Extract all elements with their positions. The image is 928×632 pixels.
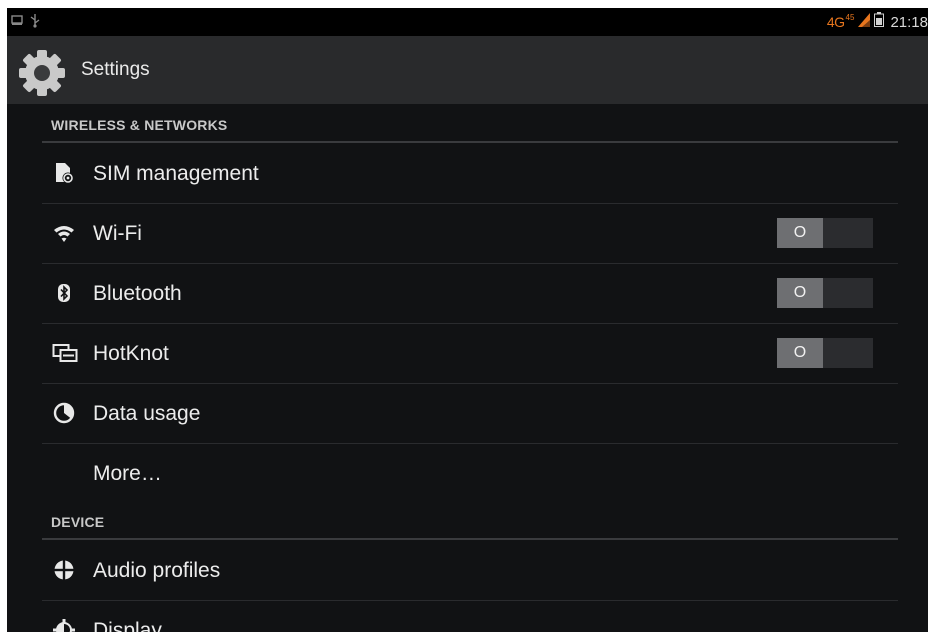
settings-item-label: SIM management: [93, 162, 259, 185]
sim-card-icon: [52, 161, 76, 185]
toggle-knob: O: [777, 338, 823, 368]
section-divider: [42, 141, 898, 143]
section-header-wireless: WIRELESS & NETWORKS: [51, 117, 228, 133]
page-title: Settings: [81, 59, 150, 80]
screenshot-icon: [11, 14, 23, 30]
display-icon: [52, 618, 76, 632]
settings-item-hotknot[interactable]: HotKnot O: [42, 324, 898, 384]
signal-icon: [858, 12, 871, 32]
usb-icon: [29, 14, 41, 32]
action-bar: Settings: [7, 36, 928, 104]
settings-item-wifi[interactable]: Wi-Fi O: [42, 204, 898, 264]
settings-item-audio-profiles[interactable]: Audio profiles: [42, 541, 898, 601]
settings-item-sim-management[interactable]: SIM management: [42, 144, 898, 204]
settings-item-label: Audio profiles: [93, 559, 221, 582]
hotknot-icon: [52, 341, 78, 365]
hotknot-toggle[interactable]: O: [777, 338, 873, 368]
settings-item-label: Wi-Fi: [93, 222, 142, 245]
toggle-knob: O: [777, 278, 823, 308]
wifi-toggle[interactable]: O: [777, 218, 873, 248]
section-header-device: DEVICE: [51, 514, 105, 530]
settings-item-label: Data usage: [93, 402, 201, 425]
gear-icon[interactable]: [17, 48, 67, 98]
network-sub: 45: [845, 12, 855, 22]
data-usage-icon: [52, 401, 76, 425]
battery-icon: [874, 12, 885, 32]
settings-item-label: Bluetooth: [93, 282, 182, 305]
toggle-knob: O: [777, 218, 823, 248]
settings-item-label: HotKnot: [93, 342, 169, 365]
section-divider: [42, 538, 898, 540]
bluetooth-icon: [52, 281, 76, 305]
audio-profiles-icon: [52, 558, 76, 582]
settings-item-bluetooth[interactable]: Bluetooth O: [42, 264, 898, 324]
android-screen: 4G 45 21:18 Settings WIRELESS & NETWORKS…: [7, 8, 928, 632]
wifi-icon: [52, 221, 76, 245]
bluetooth-toggle[interactable]: O: [777, 278, 873, 308]
settings-item-more[interactable]: More…: [42, 444, 898, 503]
settings-item-label: Display: [93, 619, 162, 632]
status-clock: 21:18: [890, 13, 928, 31]
status-bar: 4G 45 21:18: [7, 8, 928, 36]
network-type: 4G: [826, 14, 845, 30]
settings-item-data-usage[interactable]: Data usage: [42, 384, 898, 444]
settings-item-label: More…: [93, 462, 162, 485]
settings-item-display[interactable]: Display: [42, 601, 898, 632]
status-icons: 4G 45 21:18: [827, 11, 928, 33]
